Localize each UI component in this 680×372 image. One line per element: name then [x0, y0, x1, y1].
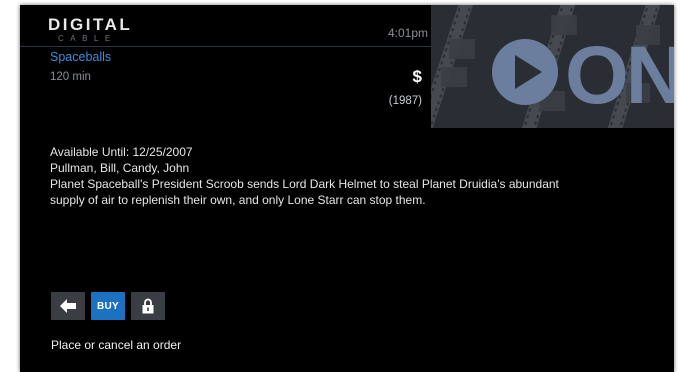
lock-button[interactable]: [131, 292, 165, 320]
on-demand-banner: ON: [431, 5, 674, 128]
program-year: (1987): [388, 95, 422, 107]
left-arrow-icon: [60, 299, 76, 313]
clock: 4:01pm: [387, 26, 428, 40]
price-badge: $: [412, 67, 422, 86]
status-message: Place or cancel an order: [51, 338, 182, 352]
logo-sub: CABLE: [58, 34, 117, 43]
back-button[interactable]: [51, 292, 85, 320]
cast-list: Pullman, Bill, Candy, John: [50, 161, 190, 175]
program-details: Available Until: 12/25/2007 Pullman, Bil…: [50, 144, 610, 208]
program-title: Spaceballs: [50, 50, 112, 64]
available-until: Available Until: 12/25/2007: [50, 145, 193, 159]
buy-label: BUY: [96, 300, 119, 312]
header-divider: [20, 46, 433, 47]
vod-screen: DIGITAL CABLE 4:01pm Spaceballs 120 min …: [20, 5, 674, 372]
film-strip-graphic: ON: [431, 5, 674, 128]
digital-cable-logo: DIGITAL CABLE: [48, 16, 146, 44]
program-duration: 120 min: [50, 71, 91, 83]
buy-button[interactable]: BUY: [91, 292, 125, 320]
synopsis-line-1: Planet Spaceball's President Scroob send…: [50, 177, 559, 191]
banner-on-text: ON: [565, 30, 674, 121]
synopsis-line-2: supply of air to replenish their own, an…: [50, 193, 426, 207]
lock-icon: [142, 298, 154, 314]
logo-brand: DIGITAL: [48, 15, 133, 34]
